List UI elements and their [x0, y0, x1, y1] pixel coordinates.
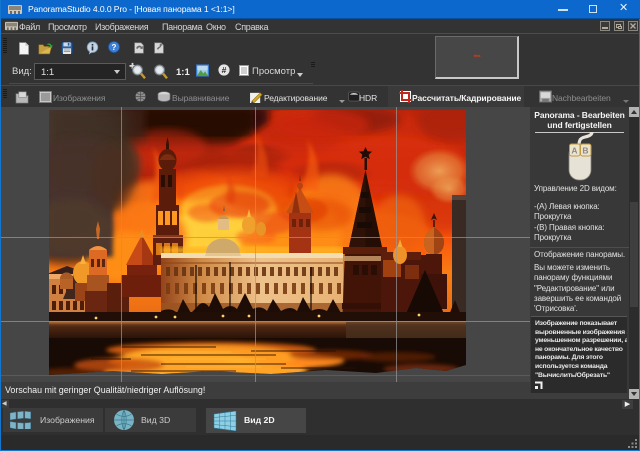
svg-text:A: A: [571, 146, 577, 156]
svg-text:?: ?: [112, 43, 117, 52]
svg-text:1:1: 1:1: [176, 67, 190, 78]
svg-text:B: B: [582, 146, 588, 156]
svg-text:#: #: [222, 65, 227, 75]
